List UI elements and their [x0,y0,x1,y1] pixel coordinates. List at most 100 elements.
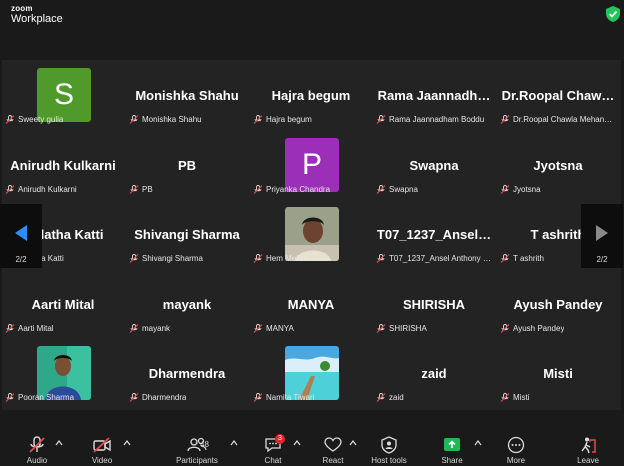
participants-count: 48 [200,440,209,449]
participant-tile[interactable]: Ayush Pandey Ayush Pandey [497,269,619,336]
participant-display-name: Aarti Mital [31,297,95,312]
participant-tile[interactable]: mayank mayank [126,269,248,336]
participant-photo [285,346,339,400]
participant-tile[interactable]: Swapna Swapna [373,130,495,197]
participant-name-text: Pooran Sharma [18,393,75,402]
participant-tile[interactable]: MANYA MANYA [250,269,372,336]
participant-name-text: Namita Tiwari [266,393,315,402]
mic-muted-icon [129,393,139,402]
share-screen-icon [444,438,460,451]
participant-name-text: Rama Jaannadham Boddu [389,115,485,124]
participant-name-text: zaid [389,393,404,402]
logo-line2: Workplace [11,13,63,25]
mic-muted-icon [5,115,15,124]
participant-tile[interactable]: Misti Misti [497,338,619,405]
participant-tile[interactable]: Namita Tiwari [250,338,372,405]
chat-label: Chat [264,456,282,465]
avatar [37,346,91,400]
mic-muted-icon [253,254,263,263]
participant-tile[interactable]: P Priyanka Chandra [250,130,372,197]
mic-muted-icon [129,115,139,124]
share-button[interactable]: Share [437,436,467,466]
camera-off-icon [93,437,111,453]
participant-name-label: Misti [500,393,616,402]
participant-tile[interactable]: Dr.Roopal Chaw… Dr.Roopal Chawla Mehan… [497,60,619,127]
avatar [285,207,339,261]
participant-display-name: Dharmendra [148,366,226,381]
participant-tile[interactable]: Anirudh Kulkarni Anirudh Kulkarni [2,130,124,197]
participant-tile[interactable]: S Sweety gulia [2,60,124,127]
participant-tile[interactable]: SHIRISHA SHIRISHA [373,269,495,336]
mic-muted-icon [5,393,15,402]
participant-tile[interactable]: Jyotsna Jyotsna [497,130,619,197]
video-button[interactable]: Video [87,436,117,466]
participant-tile[interactable]: Rama Jaannadh… Rama Jaannadham Boddu [373,60,495,127]
participant-photo [37,346,91,400]
participant-name-label: zaid [376,393,492,402]
participant-name-text: Ayush Pandey [513,324,565,333]
more-button[interactable]: More [502,436,530,466]
participant-name-label: MANYA [253,324,369,333]
participant-name-label: Rama Jaannadham Boddu [376,115,492,124]
audio-button[interactable]: Audio [22,436,52,466]
participant-name-label: Anirudh Kulkarni [5,185,121,194]
participant-tile[interactable]: Pooran Sharma [2,338,124,405]
participant-name-label: mayank [129,324,245,333]
leave-button[interactable]: Leave [574,436,602,466]
video-label: Video [91,456,113,465]
participant-tile[interactable]: PB PB [126,130,248,197]
participant-tile[interactable]: Hajra begum Hajra begum [250,60,372,127]
participant-name-text: Shivangi Sharma [142,254,203,263]
avatar: P [285,138,339,192]
participant-name-text: Aarti Mital [18,324,54,333]
mic-muted-icon [5,324,15,333]
avatar: S [37,68,91,122]
participants-options-chevron-icon[interactable] [230,440,238,446]
title-bar: zoom Workplace [0,0,624,32]
arrow-left-icon [15,225,27,241]
participant-tile[interactable]: T07_1237_Ansel… T07_1237_Ansel Anthony … [373,199,495,266]
audio-options-chevron-icon[interactable] [55,440,63,446]
host-tools-label: Host tools [371,456,407,465]
participant-photo [285,207,339,261]
participant-name-text: mayank [142,324,171,333]
react-options-chevron-icon[interactable] [349,440,357,446]
participant-name-text: Hajra begum [266,115,312,124]
participant-display-name: Swapna [409,158,459,173]
participant-display-name: Shivangi Sharma [134,227,240,242]
mic-muted-icon [500,115,510,124]
mic-muted-icon [500,185,510,194]
mic-muted-icon [376,254,386,263]
leave-icon [581,437,596,454]
video-options-chevron-icon[interactable] [123,440,131,446]
participant-tile[interactable]: Shivangi Sharma Shivangi Sharma [126,199,248,266]
mic-muted-icon [500,254,510,263]
chat-button[interactable]: 3 Chat [259,434,287,466]
participant-tile[interactable]: Dharmendra Dharmendra [126,338,248,405]
mic-muted-icon [5,185,15,194]
previous-page-button[interactable]: 2/2 [0,204,42,268]
participant-tile[interactable]: Monishka Shahu Monishka Shahu [126,60,248,127]
chat-options-chevron-icon[interactable] [293,440,301,446]
react-button[interactable]: React [319,436,347,466]
participant-name-label: Jyotsna [500,185,616,194]
react-label: React [322,456,344,465]
next-page-button[interactable]: 2/2 [581,204,623,268]
participant-name-text: Swapna [389,185,418,194]
chat-unread-badge: 3 [275,434,285,444]
participant-name-text: Misti [513,393,530,402]
share-options-chevron-icon[interactable] [474,440,482,446]
host-tools-button[interactable]: Host tools [367,436,411,466]
participants-button[interactable]: 48 Participants [170,436,224,466]
security-shield-icon[interactable] [606,6,620,22]
mic-muted-icon [129,324,139,333]
participant-tile[interactable]: Aarti Mital Aarti Mital [2,269,124,336]
participant-tile[interactable]: Hem Mehra [250,199,372,266]
mic-muted-icon [253,324,263,333]
mic-muted-icon [376,393,386,402]
participant-tile[interactable]: zaid zaid [373,338,495,405]
page-indicator-right: 2/2 [596,255,608,264]
participant-display-name: Rama Jaannadh… [377,88,491,103]
participant-name-label: Dr.Roopal Chawla Mehan… [500,115,616,124]
logo-line1: zoom [11,4,33,13]
